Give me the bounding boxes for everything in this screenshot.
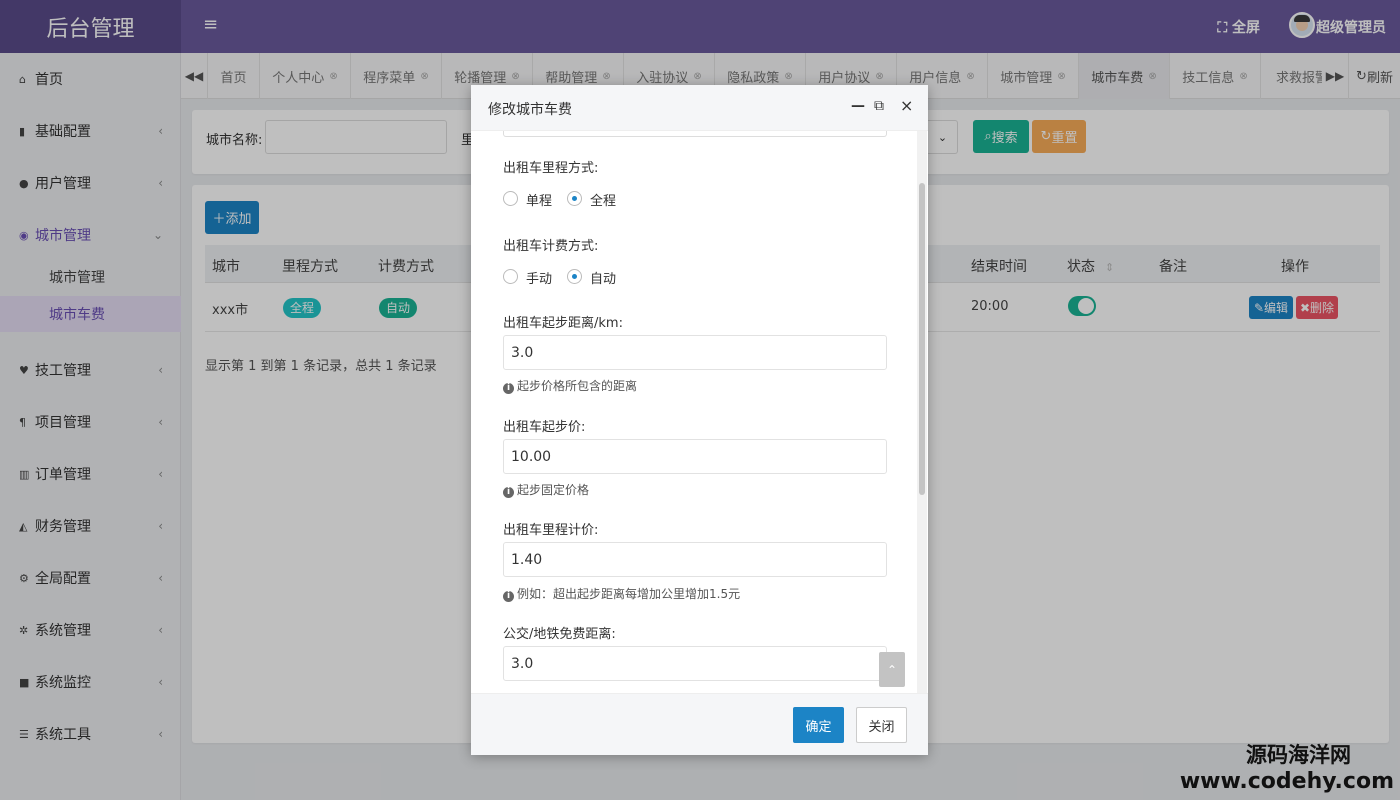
transit-free-input[interactable]: 3.0 [503, 646, 887, 681]
minimize-icon[interactable]: — [851, 98, 865, 114]
close-icon[interactable]: × [900, 96, 913, 115]
radio-single-trip[interactable] [503, 191, 518, 206]
start-price-help: i 起步固定价格 [503, 481, 589, 498]
radio-label: 全程 [590, 194, 617, 209]
info-icon: i [503, 383, 514, 394]
dialog-title: 修改城市车费 [488, 102, 572, 118]
help-text: 例如：超出起步距离每增加公里增加1.5元 [517, 587, 741, 601]
info-icon: i [503, 487, 514, 498]
per-km-input[interactable]: 1.40 [503, 542, 887, 577]
start-distance-input[interactable]: 3.0 [503, 335, 887, 370]
start-price-label: 出租车起步价: [503, 420, 586, 435]
watermark-url: www.codehy.com [1179, 769, 1394, 794]
radio-full-trip[interactable] [567, 191, 582, 206]
per-km-help: i 例如：超出起步距离每增加公里增加1.5元 [503, 585, 740, 602]
maximize-icon[interactable]: ⧉ [874, 98, 884, 114]
billing-mode-label: 出租车计费方式: [503, 239, 599, 254]
radio-label: 手动 [526, 272, 553, 287]
transit-free-label: 公交/地铁免费距离: [503, 627, 616, 642]
info-icon: i [503, 591, 514, 602]
per-km-label: 出租车里程计价: [503, 523, 599, 538]
dialog-footer: 确定 关闭 [471, 693, 928, 755]
back-to-top-icon[interactable]: ⌃ [879, 652, 905, 687]
dialog-body: 出租车里程方式: 单程 全程 出租车计费方式: 手动 自动 出租车起步距离/km… [471, 131, 928, 693]
start-distance-label: 出租车起步距离/km: [503, 316, 623, 331]
radio-auto[interactable] [567, 269, 582, 284]
start-price-input[interactable]: 10.00 [503, 439, 887, 474]
scrollbar-thumb[interactable] [919, 183, 925, 495]
help-text: 起步固定价格 [517, 483, 590, 497]
partially-hidden-field[interactable] [503, 131, 887, 137]
edit-city-fare-dialog: 修改城市车费 — ⧉ × 出租车里程方式: 单程 全程 出租车计费方式: 手动 … [471, 85, 928, 755]
mileage-mode-label: 出租车里程方式: [503, 161, 599, 176]
radio-manual[interactable] [503, 269, 518, 284]
radio-label: 单程 [526, 194, 553, 209]
watermark: 源码海洋网 www.codehy.com [1180, 739, 1394, 794]
start-distance-help: i 起步价格所包含的距离 [503, 377, 637, 394]
confirm-button[interactable]: 确定 [793, 707, 844, 743]
dialog-scrollbar[interactable] [917, 131, 927, 693]
close-button[interactable]: 关闭 [856, 707, 907, 743]
help-text: 起步价格所包含的距离 [517, 379, 638, 393]
dialog-header: 修改城市车费 — ⧉ × [471, 85, 928, 131]
radio-label: 自动 [590, 272, 617, 287]
watermark-title: 源码海洋网 [1246, 743, 1351, 767]
